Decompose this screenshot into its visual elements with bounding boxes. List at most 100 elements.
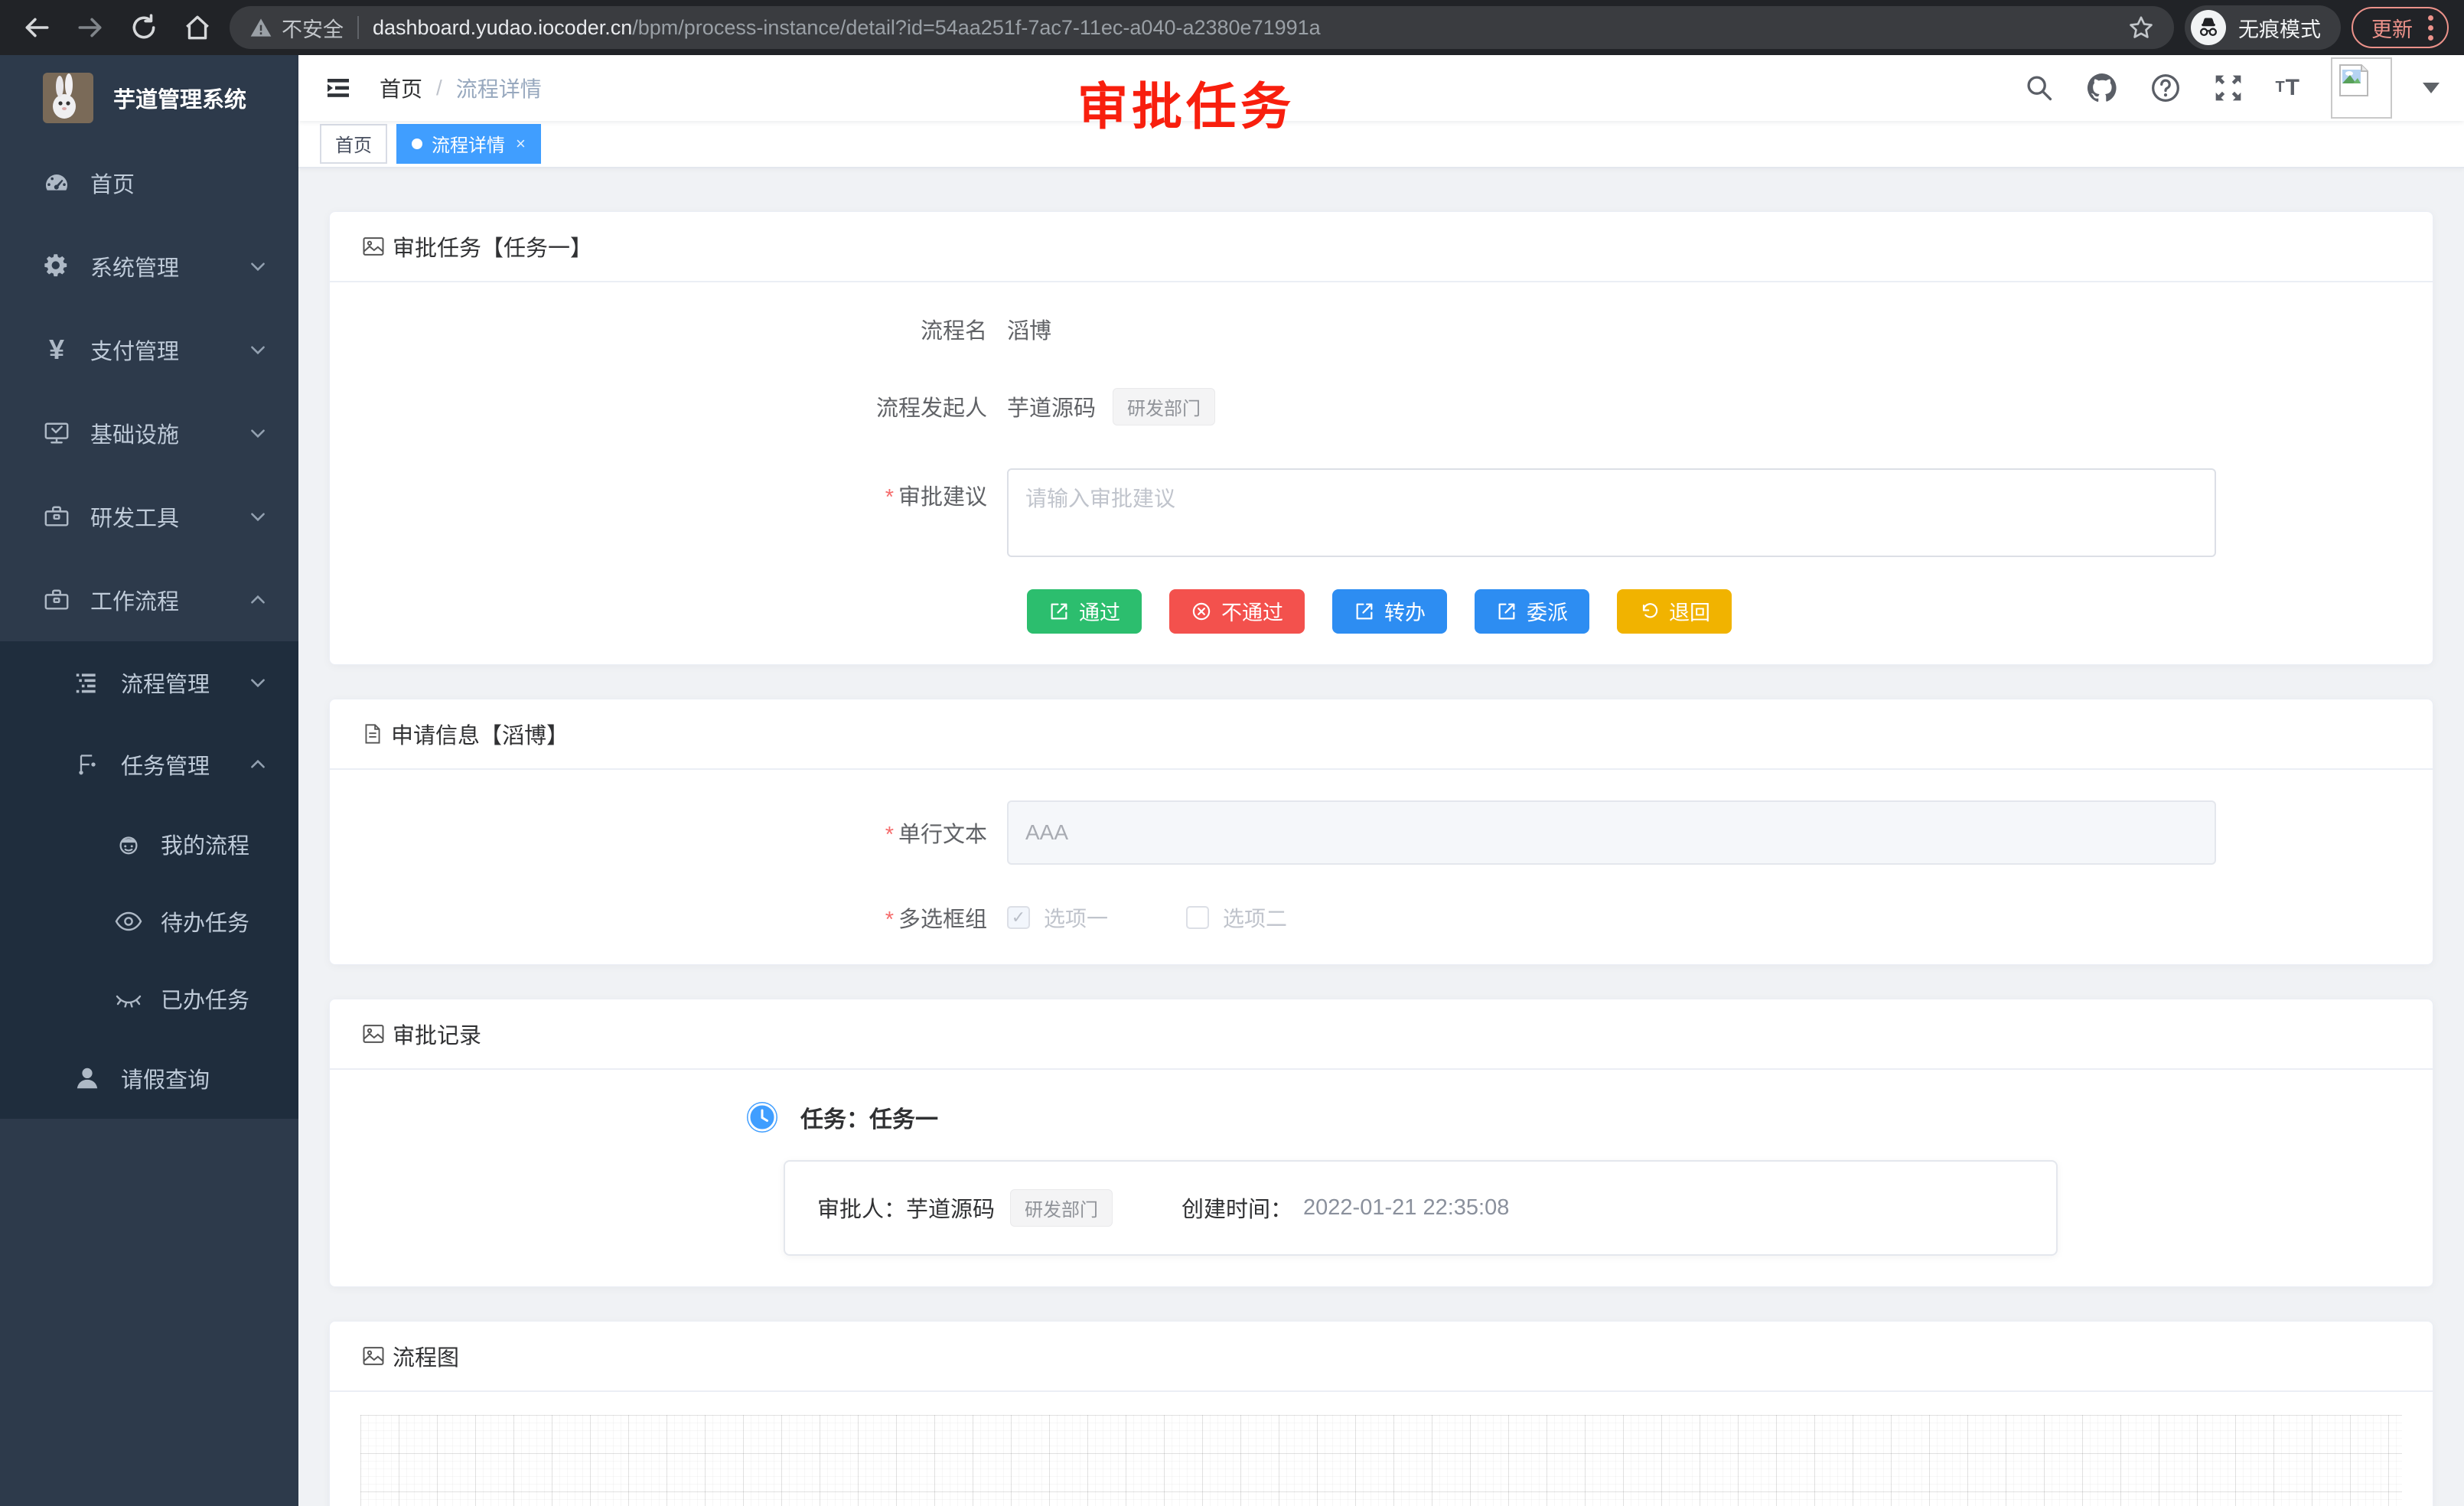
fullscreen-icon[interactable] (2212, 72, 2244, 104)
sidebar-item-process-mgmt[interactable]: 流程管理 (0, 641, 298, 723)
initiator-dept-tag: 研发部门 (1113, 388, 1215, 425)
sidebar-collapse-icon[interactable] (323, 73, 354, 103)
font-size-icon[interactable]: TT (2275, 75, 2300, 101)
browser-back-button[interactable] (15, 6, 58, 49)
sidebar-item-workflow[interactable]: 工作流程 (0, 558, 298, 641)
sidebar-item-label: 支付管理 (90, 334, 179, 366)
picture-icon (362, 235, 385, 258)
bookmark-star-icon[interactable] (2128, 15, 2154, 41)
approval-records-card: 审批记录 任务：任务一 审批人： 芋道 (329, 999, 2433, 1287)
checkbox-checked-icon: ✓ (1007, 906, 1030, 929)
sidebar-item-task-mgmt[interactable]: 任务管理 (0, 723, 298, 805)
sidebar-item-home[interactable]: 首页 (0, 141, 298, 224)
card-header: 审批任务【任务一】 (330, 212, 2433, 282)
browser-forward-button[interactable] (69, 6, 112, 49)
browser-update-button[interactable]: 更新 (2352, 7, 2449, 48)
checkbox-unchecked-icon (1186, 906, 1209, 929)
process-name-value: 滔博 (1007, 313, 1051, 345)
advice-textarea[interactable] (1007, 468, 2216, 557)
address-bar[interactable]: 不安全 dashboard.yudao.iocoder.cn /bpm/proc… (230, 6, 2174, 49)
tags-view: 首页 流程详情 × (298, 121, 2464, 168)
sidebar-item-todo-tasks[interactable]: 待办任务 (0, 882, 298, 960)
list-icon (73, 670, 101, 695)
address-divider (357, 16, 359, 39)
tab-home[interactable]: 首页 (320, 124, 387, 164)
navbar-tools: TT (2024, 57, 2440, 119)
breadcrumb-current: 流程详情 (456, 73, 542, 103)
process-diagram-card: 流程图 (329, 1321, 2433, 1506)
browser-chrome: 不安全 dashboard.yudao.iocoder.cn /bpm/proc… (0, 0, 2464, 55)
update-label: 更新 (2371, 13, 2413, 43)
eye-closed-icon (115, 985, 142, 1012)
sidebar-item-done-tasks[interactable]: 已办任务 (0, 960, 298, 1037)
browser-reload-button[interactable] (122, 6, 165, 49)
tab-close-icon[interactable]: × (516, 134, 526, 154)
search-icon[interactable] (2024, 73, 2055, 103)
approve-button[interactable]: 通过 (1027, 589, 1142, 634)
card-title: 流程图 (393, 1340, 459, 1372)
sidebar-item-leave-query[interactable]: 请假查询 (0, 1037, 298, 1119)
sidebar-item-label: 待办任务 (161, 905, 249, 937)
delegate-button[interactable]: 委派 (1475, 589, 1589, 634)
browser-home-button[interactable] (176, 6, 219, 49)
picture-icon (362, 1345, 385, 1367)
sidebar-item-label: 研发工具 (90, 500, 179, 533)
incognito-badge: 无痕模式 (2185, 5, 2341, 50)
help-icon[interactable] (2149, 72, 2182, 104)
sidebar-item-label: 我的流程 (161, 828, 249, 860)
initiator-value: 芋道源码 (1007, 390, 1096, 422)
chevron-down-icon (248, 507, 268, 526)
chevron-down-icon (248, 673, 268, 693)
avatar-dropdown-icon[interactable] (2423, 83, 2440, 93)
chevron-down-icon (248, 256, 268, 276)
sidebar-item-label: 工作流程 (90, 584, 179, 616)
checkbox-option-1[interactable]: ✓ 选项一 (1007, 902, 1108, 933)
sidebar-item-my-process[interactable]: 我的流程 (0, 805, 298, 882)
person-icon (73, 1065, 101, 1091)
face-icon (115, 831, 142, 857)
card-header: 审批记录 (330, 999, 2433, 1070)
transfer-button[interactable]: 转办 (1332, 589, 1447, 634)
incognito-label: 无痕模式 (2238, 13, 2321, 43)
document-icon (362, 723, 383, 745)
chevron-down-icon (248, 340, 268, 360)
picture-icon (362, 1022, 385, 1045)
approver-label: 审批人： (817, 1191, 906, 1224)
created-label: 创建时间： (1181, 1191, 1292, 1224)
bpmn-diagram-canvas[interactable] (360, 1415, 2402, 1506)
sidebar-item-payment[interactable]: ¥ 支付管理 (0, 308, 298, 391)
chevron-down-icon (248, 423, 268, 443)
breadcrumb-home[interactable]: 首页 (380, 73, 422, 103)
checkbox-option-2[interactable]: 选项二 (1186, 902, 1287, 933)
sidebar-item-label: 首页 (90, 167, 135, 199)
sidebar-item-label: 任务管理 (121, 748, 210, 781)
sidebar-item-devtools[interactable]: 研发工具 (0, 474, 298, 558)
monitor-icon (43, 420, 70, 446)
reject-button[interactable]: 不通过 (1169, 589, 1305, 634)
app-title: 芋道管理系统 (113, 82, 246, 114)
record-timeline: 任务：任务一 审批人： 芋道源码 研发部门 创建时间： 2022-01-21 2… (360, 1100, 2402, 1256)
single-text-input[interactable] (1007, 800, 2216, 865)
security-label: 不安全 (282, 13, 344, 43)
avatar[interactable] (2331, 57, 2392, 119)
sidebar-item-system[interactable]: 系统管理 (0, 224, 298, 308)
sidebar-logo-row[interactable]: 芋道管理系统 (0, 55, 298, 141)
checkbox-group: ✓ 选项一 选项二 (1007, 902, 1287, 933)
chevron-up-icon (248, 755, 268, 774)
card-title: 审批任务【任务一】 (393, 230, 592, 262)
record-detail-box: 审批人： 芋道源码 研发部门 创建时间： 2022-01-21 22:35:08 (784, 1160, 2058, 1256)
card-title: 申请信息【滔博】 (391, 718, 569, 750)
incognito-icon (2191, 10, 2226, 45)
workflow-submenu: 流程管理 任务管理 我的流程 (0, 641, 298, 1119)
github-icon[interactable] (2085, 71, 2119, 105)
return-button[interactable]: 退回 (1617, 589, 1732, 634)
sidebar-item-label: 流程管理 (121, 667, 210, 699)
sidebar-item-label: 基础设施 (90, 417, 179, 449)
created-time: 2022-01-21 22:35:08 (1303, 1195, 1509, 1221)
browser-menu-icon[interactable] (2428, 15, 2433, 41)
not-secure-icon (249, 16, 272, 39)
sidebar-item-infrastructure[interactable]: 基础设施 (0, 391, 298, 474)
url-path: /bpm/process-instance/detail?id=54aa251f… (632, 16, 1320, 40)
tab-process-detail[interactable]: 流程详情 × (396, 124, 541, 164)
toolbox-icon (43, 504, 70, 530)
